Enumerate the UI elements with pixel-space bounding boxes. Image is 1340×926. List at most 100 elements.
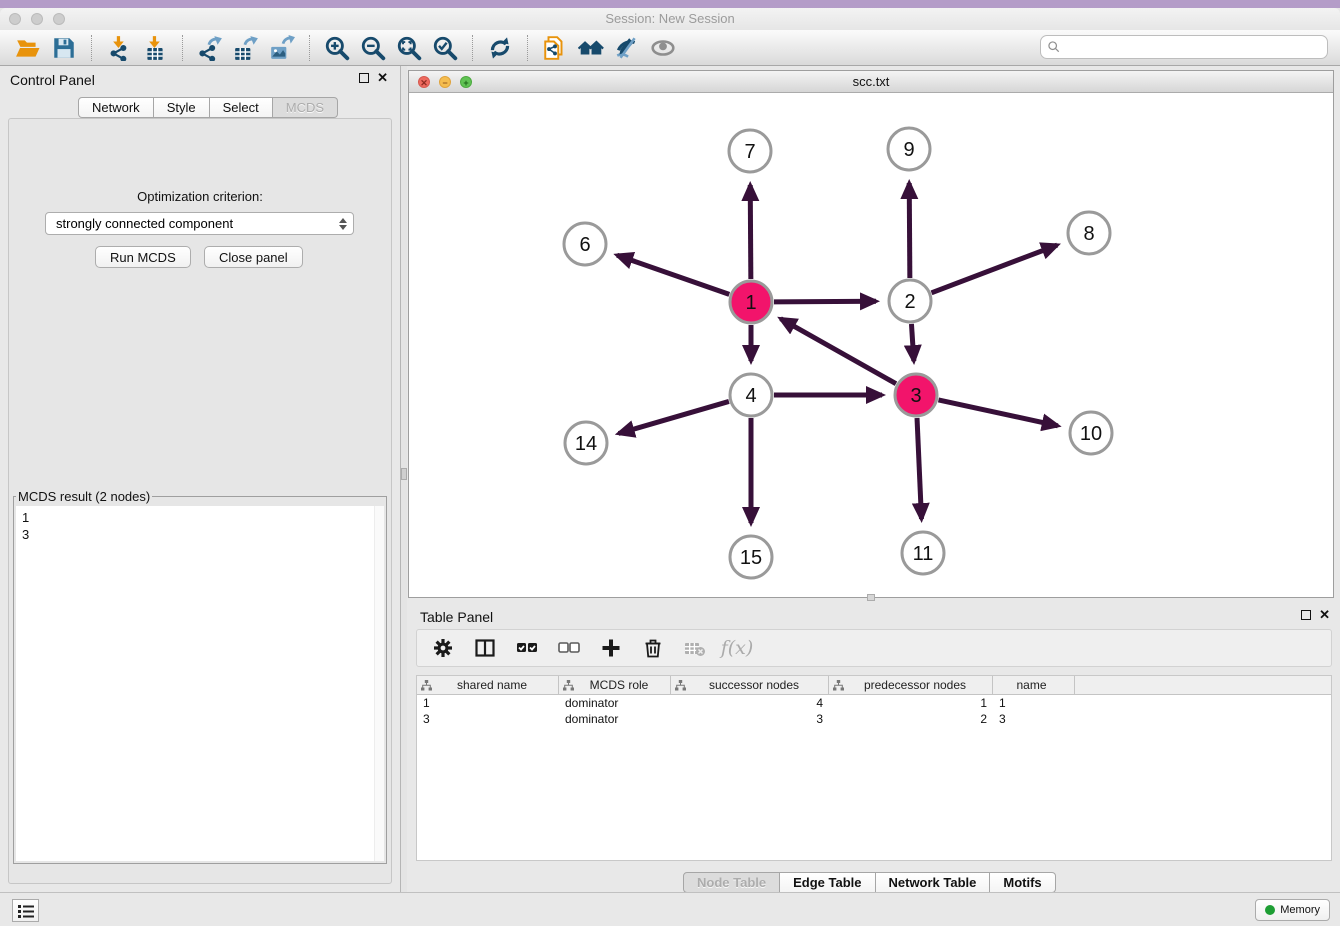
column-sort-icon[interactable] <box>833 680 844 691</box>
tab-network[interactable]: Network <box>78 97 154 118</box>
status-bar: Memory <box>0 892 1340 926</box>
table-row[interactable]: 1dominator411 <box>417 695 1331 711</box>
node-7[interactable]: 7 <box>729 130 771 172</box>
node-4[interactable]: 4 <box>730 374 772 416</box>
node-1-mcds[interactable]: 1 <box>730 281 772 323</box>
save-icon <box>51 35 77 61</box>
node-14[interactable]: 14 <box>565 422 607 464</box>
column-label: MCDS role <box>576 678 670 692</box>
clear-checks-icon <box>558 637 580 659</box>
task-history-button[interactable] <box>12 899 39 922</box>
edge-3-1[interactable] <box>781 319 896 384</box>
node-10[interactable]: 10 <box>1070 412 1112 454</box>
zoom-out-button[interactable] <box>355 33 391 63</box>
tab-style[interactable]: Style <box>154 97 210 118</box>
clear-checks-button[interactable] <box>555 634 583 662</box>
gear-button[interactable] <box>429 634 457 662</box>
edge-1-6[interactable] <box>617 255 729 294</box>
delete-table-icon <box>684 637 706 659</box>
delete-button[interactable] <box>639 634 667 662</box>
application-window: Session: New Session Control Panel ✕ Net… <box>0 0 1340 926</box>
tab-edge-table[interactable]: Edge Table <box>780 872 875 893</box>
column-header-MCDS-role[interactable]: MCDS role <box>559 676 671 694</box>
memory-button[interactable]: Memory <box>1255 899 1330 921</box>
tab-motifs[interactable]: Motifs <box>990 872 1055 893</box>
edge-3-10[interactable] <box>938 400 1057 426</box>
save-button[interactable] <box>46 33 82 63</box>
export-image-button[interactable] <box>264 33 300 63</box>
zoom-selected-button[interactable] <box>427 33 463 63</box>
node-9[interactable]: 9 <box>888 128 930 170</box>
result-scrollbar[interactable] <box>374 506 384 861</box>
svg-text:1: 1 <box>745 292 756 314</box>
column-header-name[interactable]: name <box>993 676 1075 694</box>
duplicate-network-button[interactable] <box>537 33 573 63</box>
tab-mcds[interactable]: MCDS <box>273 97 338 118</box>
node-3-mcds[interactable]: 3 <box>895 374 937 416</box>
control-panel-float-icon[interactable] <box>359 73 369 83</box>
edge-3-11[interactable] <box>917 418 921 519</box>
network-window-titlebar[interactable]: ✕ − + scc.txt <box>409 71 1333 93</box>
cytoscape-window: Session: New Session Control Panel ✕ Net… <box>0 8 1340 926</box>
column-sort-icon[interactable] <box>675 680 686 691</box>
table-row[interactable]: 3dominator323 <box>417 711 1331 727</box>
delete-table-button <box>681 634 709 662</box>
network-window-resize-handle[interactable] <box>867 594 875 601</box>
search-box[interactable] <box>1040 35 1328 59</box>
column-sort-icon[interactable] <box>563 680 574 691</box>
column-header-predecessor-nodes[interactable]: predecessor nodes <box>829 676 993 694</box>
node-11[interactable]: 11 <box>902 532 944 574</box>
cell-successor-nodes: 3 <box>671 711 829 727</box>
graphics-details-button[interactable] <box>609 33 645 63</box>
edge-4-14[interactable] <box>619 401 729 433</box>
search-icon <box>1047 40 1061 54</box>
column-header-shared-name[interactable]: shared name <box>417 676 559 694</box>
columns-button[interactable] <box>471 634 499 662</box>
cell-MCDS-role: dominator <box>559 711 671 727</box>
edge-2-8[interactable] <box>932 245 1058 293</box>
eye-button[interactable] <box>645 33 681 63</box>
edge-2-3[interactable] <box>911 324 913 361</box>
export-table-button[interactable] <box>228 33 264 63</box>
column-header-successor-nodes[interactable]: successor nodes <box>671 676 829 694</box>
table-panel-close-icon[interactable]: ✕ <box>1319 610 1330 620</box>
table-panel-float-icon[interactable] <box>1301 610 1311 620</box>
node-15[interactable]: 15 <box>730 536 772 578</box>
svg-text:4: 4 <box>745 385 756 407</box>
mcds-result-box[interactable]: 1 3 <box>16 506 384 861</box>
column-sort-icon[interactable] <box>421 680 432 691</box>
graphics-details-icon <box>614 35 640 61</box>
add-button[interactable] <box>597 634 625 662</box>
import-network-button[interactable] <box>101 33 137 63</box>
tab-network-table[interactable]: Network Table <box>876 872 991 893</box>
control-panel-close-icon[interactable]: ✕ <box>377 73 388 83</box>
refresh-button[interactable] <box>482 33 518 63</box>
node-2[interactable]: 2 <box>889 280 931 322</box>
node-6[interactable]: 6 <box>564 223 606 265</box>
vertical-splitter[interactable] <box>400 66 407 892</box>
home-icon <box>578 35 604 61</box>
zoom-fit-icon <box>396 35 422 61</box>
export-network-button[interactable] <box>192 33 228 63</box>
gear-icon <box>432 637 454 659</box>
node-table: shared name MCDS rolesuccessor nodesprede… <box>416 675 1332 861</box>
open-folder-button[interactable] <box>10 33 46 63</box>
run-mcds-button[interactable]: Run MCDS <box>95 246 191 268</box>
import-table-button[interactable] <box>137 33 173 63</box>
splitter-handle[interactable] <box>401 468 407 480</box>
select-all-checks-button[interactable] <box>513 634 541 662</box>
tab-node-table[interactable]: Node Table <box>683 872 780 893</box>
edge-1-7[interactable] <box>750 185 751 279</box>
zoom-in-button[interactable] <box>319 33 355 63</box>
tab-select[interactable]: Select <box>210 97 273 118</box>
optimization-criterion-select[interactable]: strongly connected component <box>45 212 354 235</box>
home-button[interactable] <box>573 33 609 63</box>
node-8[interactable]: 8 <box>1068 212 1110 254</box>
close-panel-button[interactable]: Close panel <box>204 246 303 268</box>
network-graph-canvas[interactable]: 7 9 6 8 1 2 4 3 14 10 15 11 <box>409 93 1333 597</box>
svg-text:6: 6 <box>579 234 590 256</box>
edge-2-9[interactable] <box>909 183 910 278</box>
edge-1-2[interactable] <box>774 301 876 302</box>
zoom-fit-button[interactable] <box>391 33 427 63</box>
search-input[interactable] <box>1061 37 1327 57</box>
